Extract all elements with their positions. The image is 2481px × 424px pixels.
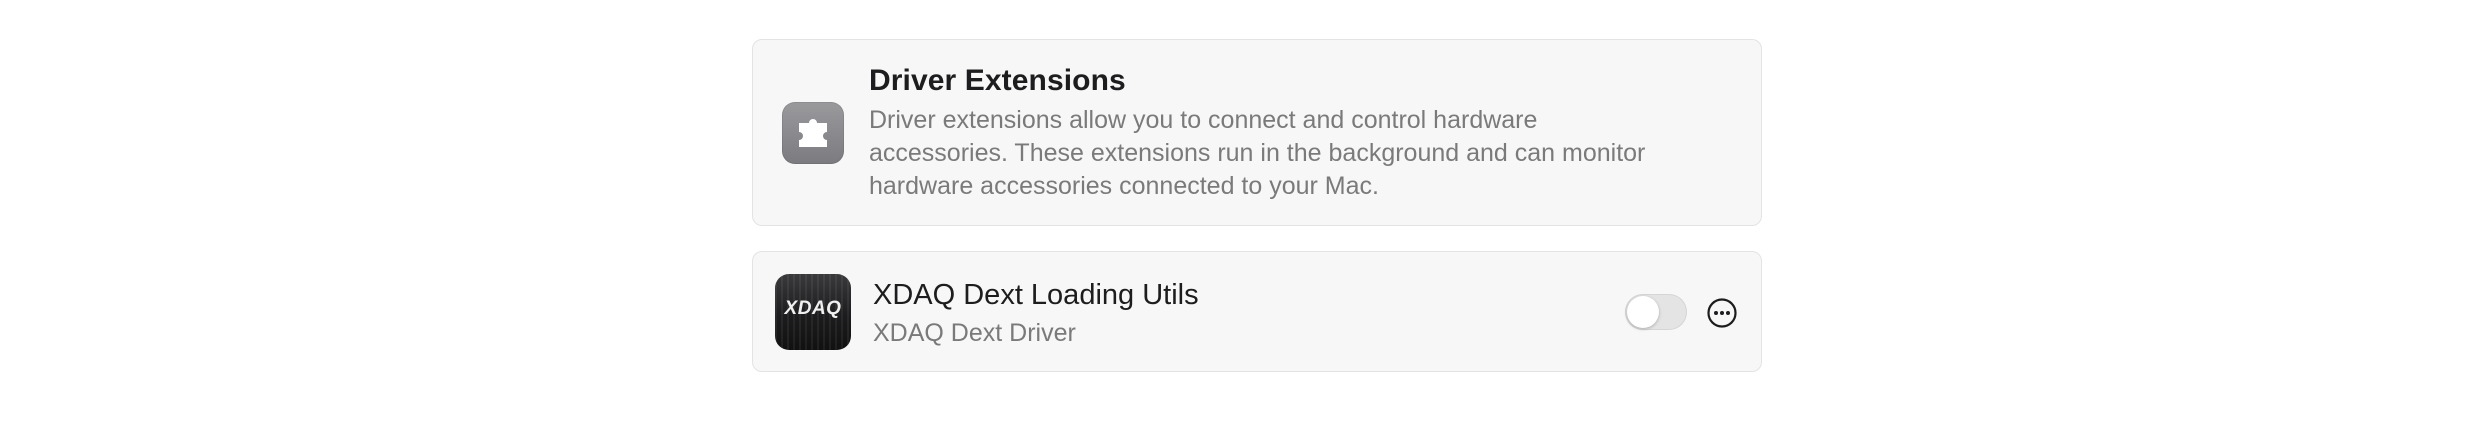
xdaq-app-icon: XDAQ — [775, 274, 851, 350]
section-title: Driver Extensions — [869, 64, 1126, 97]
extension-subtitle: XDAQ Dext Driver — [873, 319, 1076, 347]
extension-enable-toggle[interactable] — [1625, 294, 1687, 330]
extension-row: XDAQ XDAQ Dext Loading Utils XDAQ Dext D… — [752, 251, 1762, 372]
driver-extensions-header-card: Driver Extensions Driver extensions allo… — [752, 39, 1762, 226]
xdaq-logo-text: XDAQ — [784, 298, 842, 319]
puzzle-piece-icon — [782, 102, 844, 164]
section-description: Driver extensions allow you to connect a… — [869, 106, 1646, 200]
ellipsis-circle-icon[interactable] — [1706, 297, 1738, 329]
extension-name: XDAQ Dext Loading Utils — [873, 279, 1199, 311]
toggle-knob — [1627, 296, 1659, 328]
